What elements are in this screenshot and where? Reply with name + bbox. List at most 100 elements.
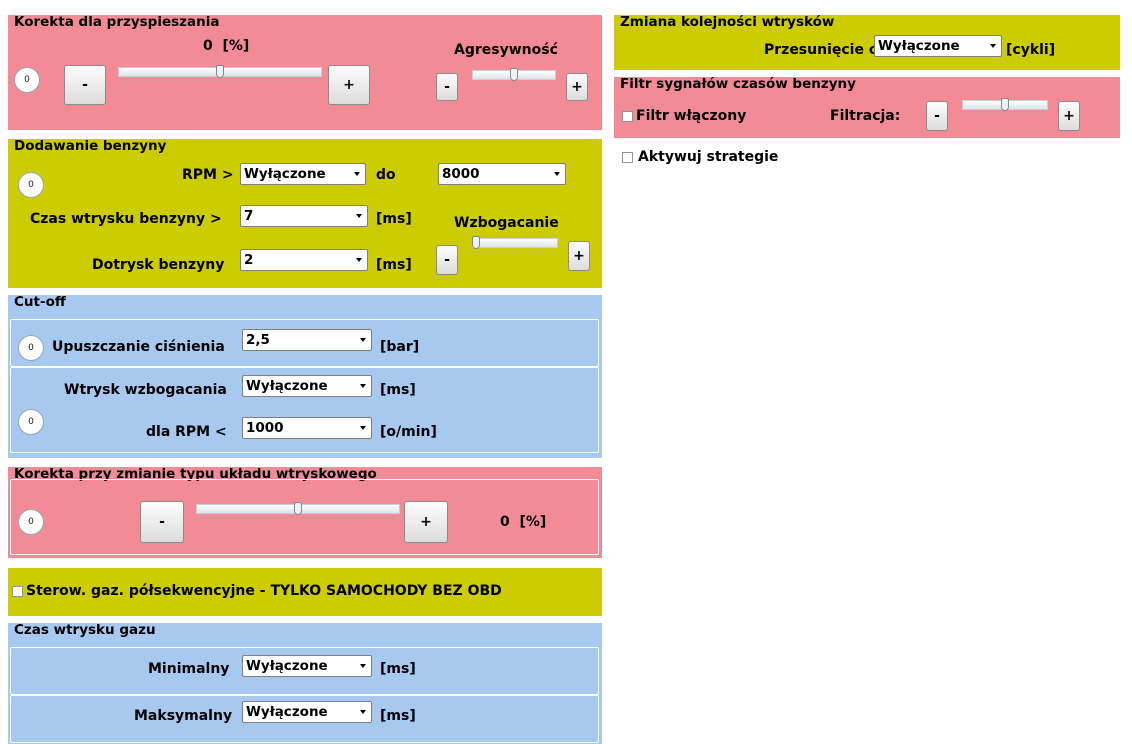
filter-enabled-label: Filtr włączony xyxy=(636,108,747,124)
semisequential-panel: Sterow. gaz. półsekwencyjne - TYLKO SAMO… xyxy=(8,568,602,616)
enrich-injection-label: Wtrysk wzbogacania xyxy=(64,382,227,398)
semisequential-checkbox[interactable] xyxy=(12,586,23,597)
rpm-to-label: do xyxy=(376,167,396,183)
filtration-minus-button[interactable]: - xyxy=(926,101,948,131)
accel-minus-button[interactable]: - xyxy=(64,65,106,105)
gas-max-select[interactable]: Wyłączone xyxy=(242,701,372,723)
enrichment-label: Wzbogacanie xyxy=(454,215,559,231)
gas-max-value: Wyłączone xyxy=(246,704,328,720)
chevron-down-icon xyxy=(360,710,366,714)
gas-min-unit: [ms] xyxy=(380,661,416,677)
aggressiveness-minus-button[interactable]: - xyxy=(436,73,458,101)
enrich-injection-select[interactable]: Wyłączone xyxy=(242,375,372,397)
enrich-injection-value: Wyłączone xyxy=(246,378,328,394)
injection-type-value: 0 [%] xyxy=(500,513,546,531)
gas-max-label: Maksymalny xyxy=(134,708,233,724)
accel-plus-button[interactable]: + xyxy=(328,65,370,105)
gas-injection-time-panel: Czas wtrysku gazu Minimalny Wyłączone [m… xyxy=(8,622,602,744)
filtration-slider-thumb[interactable] xyxy=(1001,98,1009,111)
rpm-to-select[interactable]: 8000 xyxy=(438,163,566,185)
chevron-down-icon xyxy=(354,172,360,176)
chevron-down-icon xyxy=(360,426,366,430)
enrichment-slider[interactable] xyxy=(472,236,558,255)
chevron-down-icon xyxy=(356,214,362,218)
aggressiveness-plus-button[interactable]: + xyxy=(566,73,588,101)
cutoff-rpm-value: 1000 xyxy=(246,420,284,436)
accel-reset-circle[interactable]: 0 xyxy=(14,67,40,93)
injection-type-slider-ticks xyxy=(198,517,398,519)
aggressiveness-label: Agresywność xyxy=(454,42,558,58)
cutoff-rpm-label: dla RPM < xyxy=(146,424,227,440)
chevron-down-icon xyxy=(554,172,560,176)
fuel-addition-title: Dodawanie benzyny xyxy=(14,138,167,154)
cutoff-rpm-unit: [o/min] xyxy=(380,424,437,440)
enrichment-slider-ticks xyxy=(474,251,556,253)
gas-min-value: Wyłączone xyxy=(246,658,328,674)
rpm-from-label: RPM > xyxy=(182,167,234,183)
accel-correction-value: 0 [%] xyxy=(203,37,249,55)
chevron-down-icon xyxy=(360,338,366,342)
fuel-addition-circle[interactable]: 0 xyxy=(18,172,44,198)
enrichment-plus-button[interactable]: + xyxy=(568,241,590,271)
gas-min-label: Minimalny xyxy=(148,661,230,677)
chevron-down-icon xyxy=(360,664,366,668)
filtration-slider-ticks xyxy=(964,113,1046,115)
injection-type-panel: Korekta przy zmianie typu układu wtrysko… xyxy=(8,466,602,558)
extra-petrol-unit: [ms] xyxy=(376,257,412,273)
gas-max-unit: [ms] xyxy=(380,708,416,724)
pressure-release-select[interactable]: 2,5 xyxy=(242,329,372,351)
accel-correction-title: Korekta dla przyspieszania xyxy=(14,14,220,30)
rpm-to-value: 8000 xyxy=(442,166,480,182)
gas-injection-time-title: Czas wtrysku gazu xyxy=(14,622,156,638)
accel-slider-ticks xyxy=(120,80,320,82)
rpm-from-value: Wyłączone xyxy=(244,166,326,182)
filtration-slider[interactable] xyxy=(962,98,1048,117)
pressure-circle[interactable]: 0 xyxy=(18,335,44,361)
injection-type-circle[interactable]: 0 xyxy=(18,509,44,535)
cutoff-rpm-select[interactable]: 1000 xyxy=(242,417,372,439)
shift-value: Wyłączone xyxy=(878,38,960,54)
injection-order-panel: Zmiana kolejności wtrysków Przesunięcie … xyxy=(614,14,1120,70)
shift-select[interactable]: Wyłączone xyxy=(874,35,1002,57)
accel-correction-unit: [%] xyxy=(222,38,250,54)
gas-min-select[interactable]: Wyłączone xyxy=(242,655,372,677)
extra-petrol-select[interactable]: 2 xyxy=(240,249,368,271)
filtration-label: Filtracja: xyxy=(830,108,901,124)
filtration-plus-button[interactable]: + xyxy=(1058,101,1080,131)
activate-strategy-label: Aktywuj strategie xyxy=(638,149,779,165)
petrol-injection-time-select[interactable]: 7 xyxy=(240,205,368,227)
injection-type-number: 0 xyxy=(500,514,510,530)
rpm-from-select[interactable]: Wyłączone xyxy=(240,163,366,185)
shift-label: Przesunięcie o xyxy=(764,42,879,58)
accel-slider[interactable] xyxy=(118,65,322,84)
injection-order-title: Zmiana kolejności wtrysków xyxy=(620,14,835,30)
injection-type-plus-button[interactable]: + xyxy=(404,501,448,543)
activate-strategy-checkbox[interactable] xyxy=(622,152,633,163)
injection-type-minus-button[interactable]: - xyxy=(140,501,184,543)
enrich-injection-circle[interactable]: 0 xyxy=(18,409,44,435)
pressure-release-label: Upuszczanie ciśnienia xyxy=(52,339,225,355)
injection-type-unit: [%] xyxy=(519,514,547,530)
accel-correction-number: 0 xyxy=(203,38,213,54)
extra-petrol-label: Dotrysk benzyny xyxy=(92,257,225,273)
chevron-down-icon xyxy=(360,384,366,388)
pressure-release-unit: [bar] xyxy=(380,339,420,355)
enrichment-slider-thumb[interactable] xyxy=(472,236,481,249)
extra-petrol-value: 2 xyxy=(244,252,254,268)
enrichment-minus-button[interactable]: - xyxy=(436,245,458,275)
filter-enabled-checkbox[interactable] xyxy=(622,111,633,122)
enrich-injection-unit: [ms] xyxy=(380,382,416,398)
accel-correction-panel: Korekta dla przyspieszania 0 [%] 0 - + A… xyxy=(8,14,602,130)
cutoff-title: Cut-off xyxy=(14,294,66,310)
accel-slider-thumb[interactable] xyxy=(216,65,224,78)
semisequential-label: Sterow. gaz. półsekwencyjne - TYLKO SAMO… xyxy=(26,583,502,599)
injection-type-slider-thumb[interactable] xyxy=(294,502,302,515)
chevron-down-icon xyxy=(356,258,362,262)
aggressiveness-slider[interactable] xyxy=(472,68,556,87)
shift-unit: [cykli] xyxy=(1006,42,1056,58)
aggressiveness-slider-thumb[interactable] xyxy=(510,68,518,81)
cutoff-panel: Cut-off 0 Upuszczanie ciśnienia 2,5 [bar… xyxy=(8,294,602,458)
petrol-signal-filter-title: Filtr sygnałów czasów benzyny xyxy=(620,76,856,92)
injection-type-slider[interactable] xyxy=(196,502,400,521)
chevron-down-icon xyxy=(990,44,996,48)
